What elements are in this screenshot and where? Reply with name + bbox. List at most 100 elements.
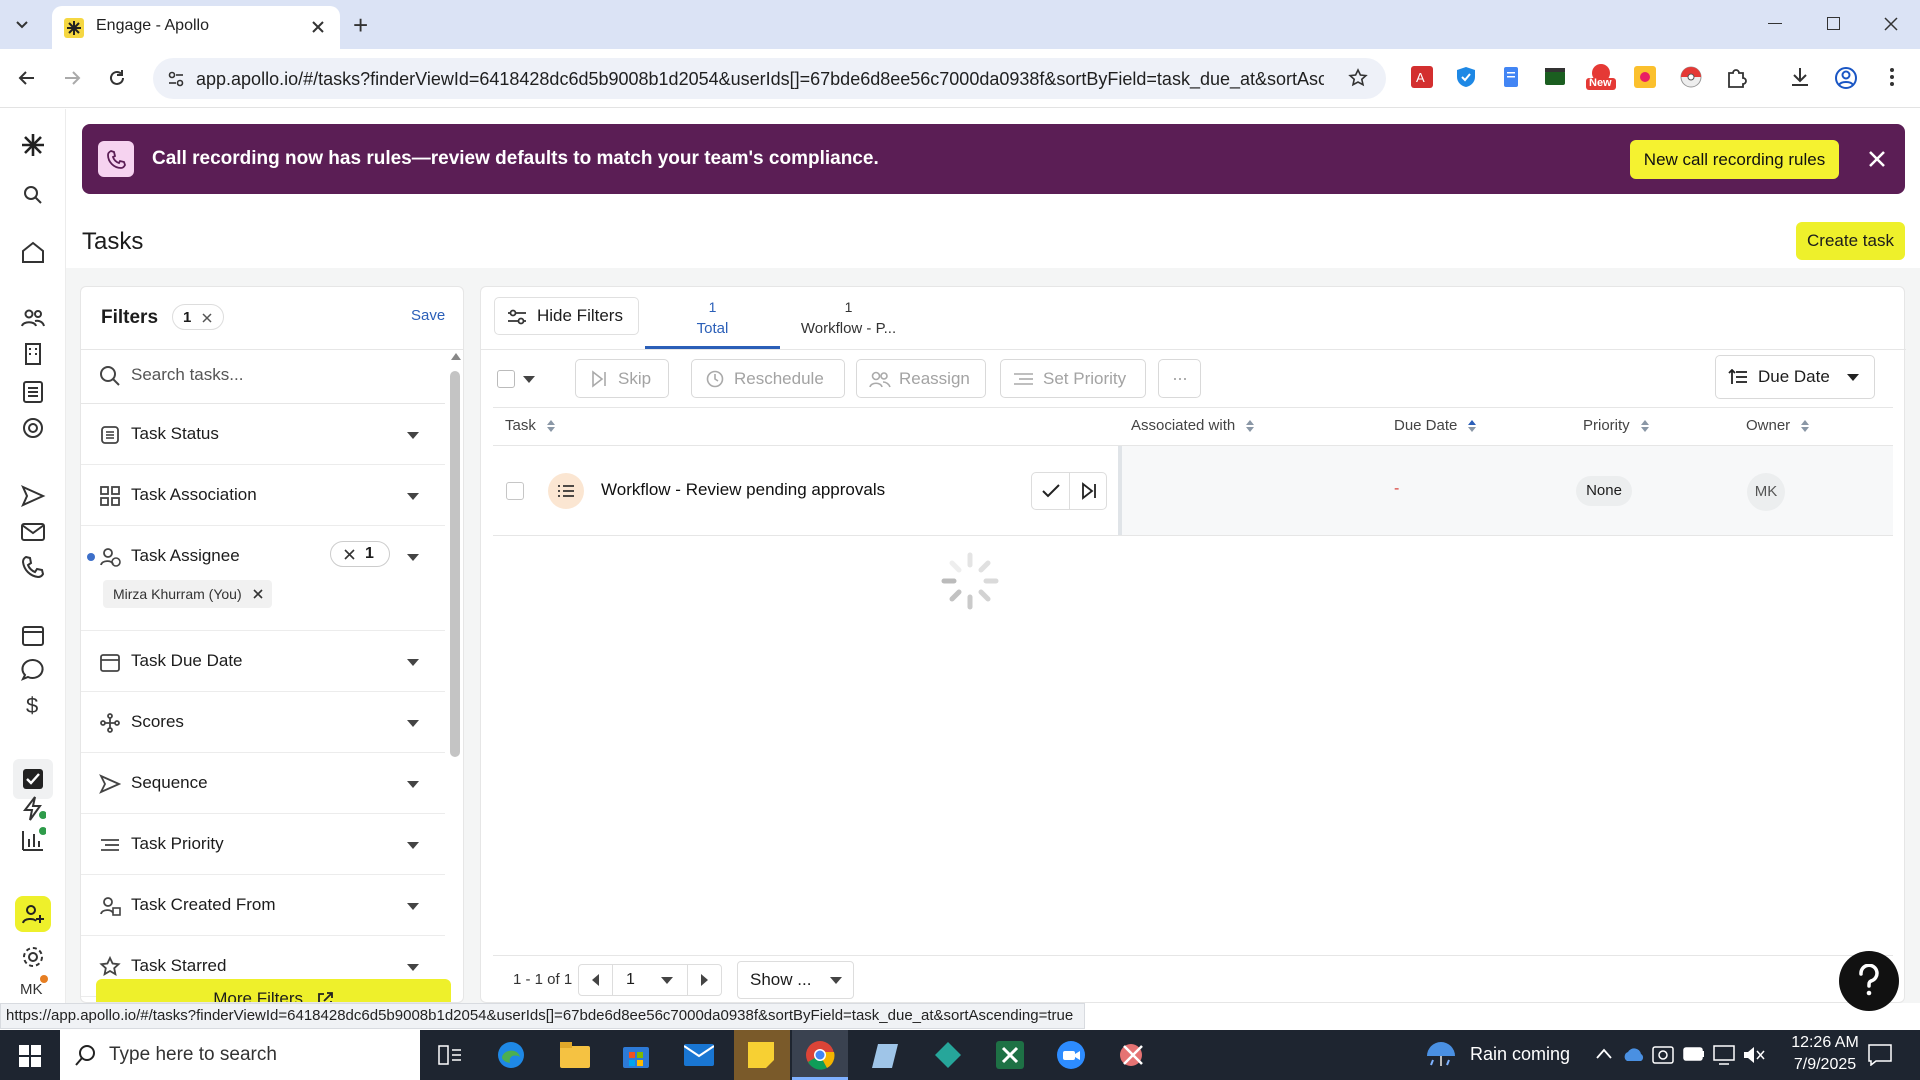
clock-time[interactable]: 12:26 AM: [1785, 1034, 1865, 1052]
reload-icon[interactable]: [107, 68, 127, 88]
clapper-extension-icon[interactable]: [1544, 66, 1566, 88]
select-all-checkbox[interactable]: [497, 370, 515, 388]
skip-task-button[interactable]: [1070, 473, 1107, 509]
diamond-app-icon[interactable]: [934, 1041, 962, 1069]
onedrive-icon[interactable]: [1622, 1046, 1646, 1062]
store-icon[interactable]: [622, 1041, 650, 1069]
reassign-button[interactable]: Reassign: [856, 359, 986, 398]
new-tab-button[interactable]: +: [353, 10, 368, 41]
select-all-dropdown[interactable]: [493, 364, 543, 394]
more-filters-button[interactable]: More Filters: [96, 979, 451, 1002]
sticky-notes-app[interactable]: [734, 1030, 790, 1080]
mail-icon[interactable]: [684, 1044, 714, 1066]
battery-icon[interactable]: [1683, 1046, 1705, 1062]
filter-count-chip[interactable]: 1: [172, 304, 224, 330]
phone-icon[interactable]: [20, 554, 46, 580]
color-extension-icon[interactable]: [1634, 66, 1656, 88]
filter-task-created-from[interactable]: Task Created From: [81, 875, 445, 936]
window-close-icon[interactable]: [1883, 16, 1899, 32]
taskbar-search[interactable]: Type here to search: [60, 1030, 420, 1080]
avatar[interactable]: MK: [20, 981, 43, 998]
owner-avatar[interactable]: MK: [1747, 473, 1785, 511]
search-icon[interactable]: [20, 182, 46, 208]
prev-page-button[interactable]: [579, 965, 613, 995]
sort-dropdown[interactable]: Due Date: [1715, 355, 1875, 399]
tab-list-chevron-icon[interactable]: [14, 16, 30, 32]
column-header-owner[interactable]: Owner: [1746, 417, 1810, 434]
table-row[interactable]: Workflow - Review pending approvals - No…: [493, 446, 1893, 536]
row-checkbox[interactable]: [506, 482, 524, 500]
address-bar[interactable]: app.apollo.io/#/tasks?finderViewId=64184…: [153, 58, 1386, 99]
next-page-button[interactable]: [687, 965, 722, 995]
shield-extension-icon[interactable]: [1455, 66, 1477, 88]
more-actions-button[interactable]: ···: [1158, 359, 1201, 398]
complete-task-button[interactable]: [1032, 473, 1070, 509]
weather-rain-icon[interactable]: [1425, 1038, 1457, 1070]
tray-app-icon[interactable]: [1652, 1044, 1674, 1066]
assignee-count-chip[interactable]: 1: [330, 541, 390, 567]
search-tasks-input[interactable]: Search tasks...: [131, 365, 243, 385]
deals-dollar-icon[interactable]: $: [20, 692, 46, 718]
new-call-recording-rules-button[interactable]: New call recording rules: [1630, 140, 1839, 179]
conversations-icon[interactable]: [20, 657, 46, 683]
help-button[interactable]: [1839, 951, 1899, 1011]
back-icon[interactable]: [17, 68, 37, 88]
filter-scores[interactable]: Scores: [81, 692, 445, 753]
pdf-extension-icon[interactable]: A: [1411, 66, 1433, 88]
snipping-tool-icon[interactable]: [1118, 1040, 1148, 1070]
excel-icon[interactable]: [996, 1041, 1024, 1069]
page-size-dropdown[interactable]: Show ...: [737, 961, 854, 999]
reschedule-button[interactable]: Reschedule: [691, 359, 845, 398]
workflows-bolt-icon[interactable]: [20, 795, 46, 821]
priority-badge[interactable]: None: [1576, 476, 1632, 506]
pokeball-extension-icon[interactable]: [1680, 66, 1702, 88]
restore-icon[interactable]: [1827, 17, 1840, 30]
chevron-down-icon[interactable]: [661, 977, 673, 984]
column-header-priority[interactable]: Priority: [1583, 417, 1650, 434]
docs-extension-icon[interactable]: [1500, 66, 1522, 88]
companies-icon[interactable]: [20, 341, 46, 367]
column-header-associated[interactable]: Associated with: [1131, 417, 1255, 434]
weather-text[interactable]: Rain coming: [1470, 1044, 1570, 1065]
filter-task-status[interactable]: Task Status: [81, 404, 445, 465]
filter-task-priority[interactable]: Task Priority: [81, 814, 445, 875]
tray-chevron-up-icon[interactable]: [1596, 1048, 1612, 1060]
network-icon[interactable]: [1713, 1045, 1735, 1065]
filter-task-assignee[interactable]: Task Assignee 1 Mirza Khurram (You): [81, 526, 445, 631]
filters-scrollbar-thumb[interactable]: [450, 371, 460, 757]
site-settings-icon[interactable]: [167, 70, 185, 88]
clock-date[interactable]: 7/9/2025: [1785, 1056, 1865, 1074]
notifications-icon[interactable]: [1868, 1044, 1892, 1066]
settings-gear-icon[interactable]: [20, 944, 46, 970]
windows-start-icon[interactable]: [19, 1045, 41, 1067]
column-header-task[interactable]: Task: [505, 417, 556, 434]
volume-muted-icon[interactable]: [1743, 1045, 1765, 1065]
banner-close-icon[interactable]: [1868, 150, 1886, 168]
forward-icon[interactable]: [62, 68, 82, 88]
filter-sequence[interactable]: Sequence: [81, 753, 445, 814]
download-icon[interactable]: [1789, 66, 1811, 88]
scroll-up-arrow[interactable]: [451, 353, 461, 361]
tab-workflow[interactable]: 1 Workflow - P...: [781, 287, 916, 349]
save-filters-link[interactable]: Save: [411, 307, 445, 324]
tasks-nav-active[interactable]: [13, 759, 53, 799]
apollo-logo-icon[interactable]: [20, 132, 46, 158]
people-icon[interactable]: [20, 305, 46, 331]
home-icon[interactable]: [20, 239, 46, 265]
bookmark-star-icon[interactable]: [1348, 68, 1368, 88]
filter-task-association[interactable]: Task Association: [81, 465, 445, 526]
email-icon[interactable]: [20, 519, 46, 545]
lists-icon[interactable]: [20, 379, 46, 405]
filter-task-due-date[interactable]: Task Due Date: [81, 631, 445, 692]
skip-button[interactable]: Skip: [575, 359, 669, 398]
notes-app-icon[interactable]: [872, 1042, 900, 1070]
browser-tab[interactable]: Engage - Apollo: [52, 6, 340, 49]
zoom-icon[interactable]: [1056, 1040, 1086, 1070]
url-text[interactable]: app.apollo.io/#/tasks?finderViewId=64184…: [196, 69, 1324, 90]
close-tab-icon[interactable]: [310, 19, 326, 35]
insights-icon[interactable]: [20, 415, 46, 441]
hide-filters-button[interactable]: Hide Filters: [494, 297, 639, 335]
current-page[interactable]: 1: [626, 971, 635, 989]
new-extension-icon[interactable]: New: [1586, 62, 1616, 92]
edge-icon[interactable]: [496, 1040, 526, 1070]
